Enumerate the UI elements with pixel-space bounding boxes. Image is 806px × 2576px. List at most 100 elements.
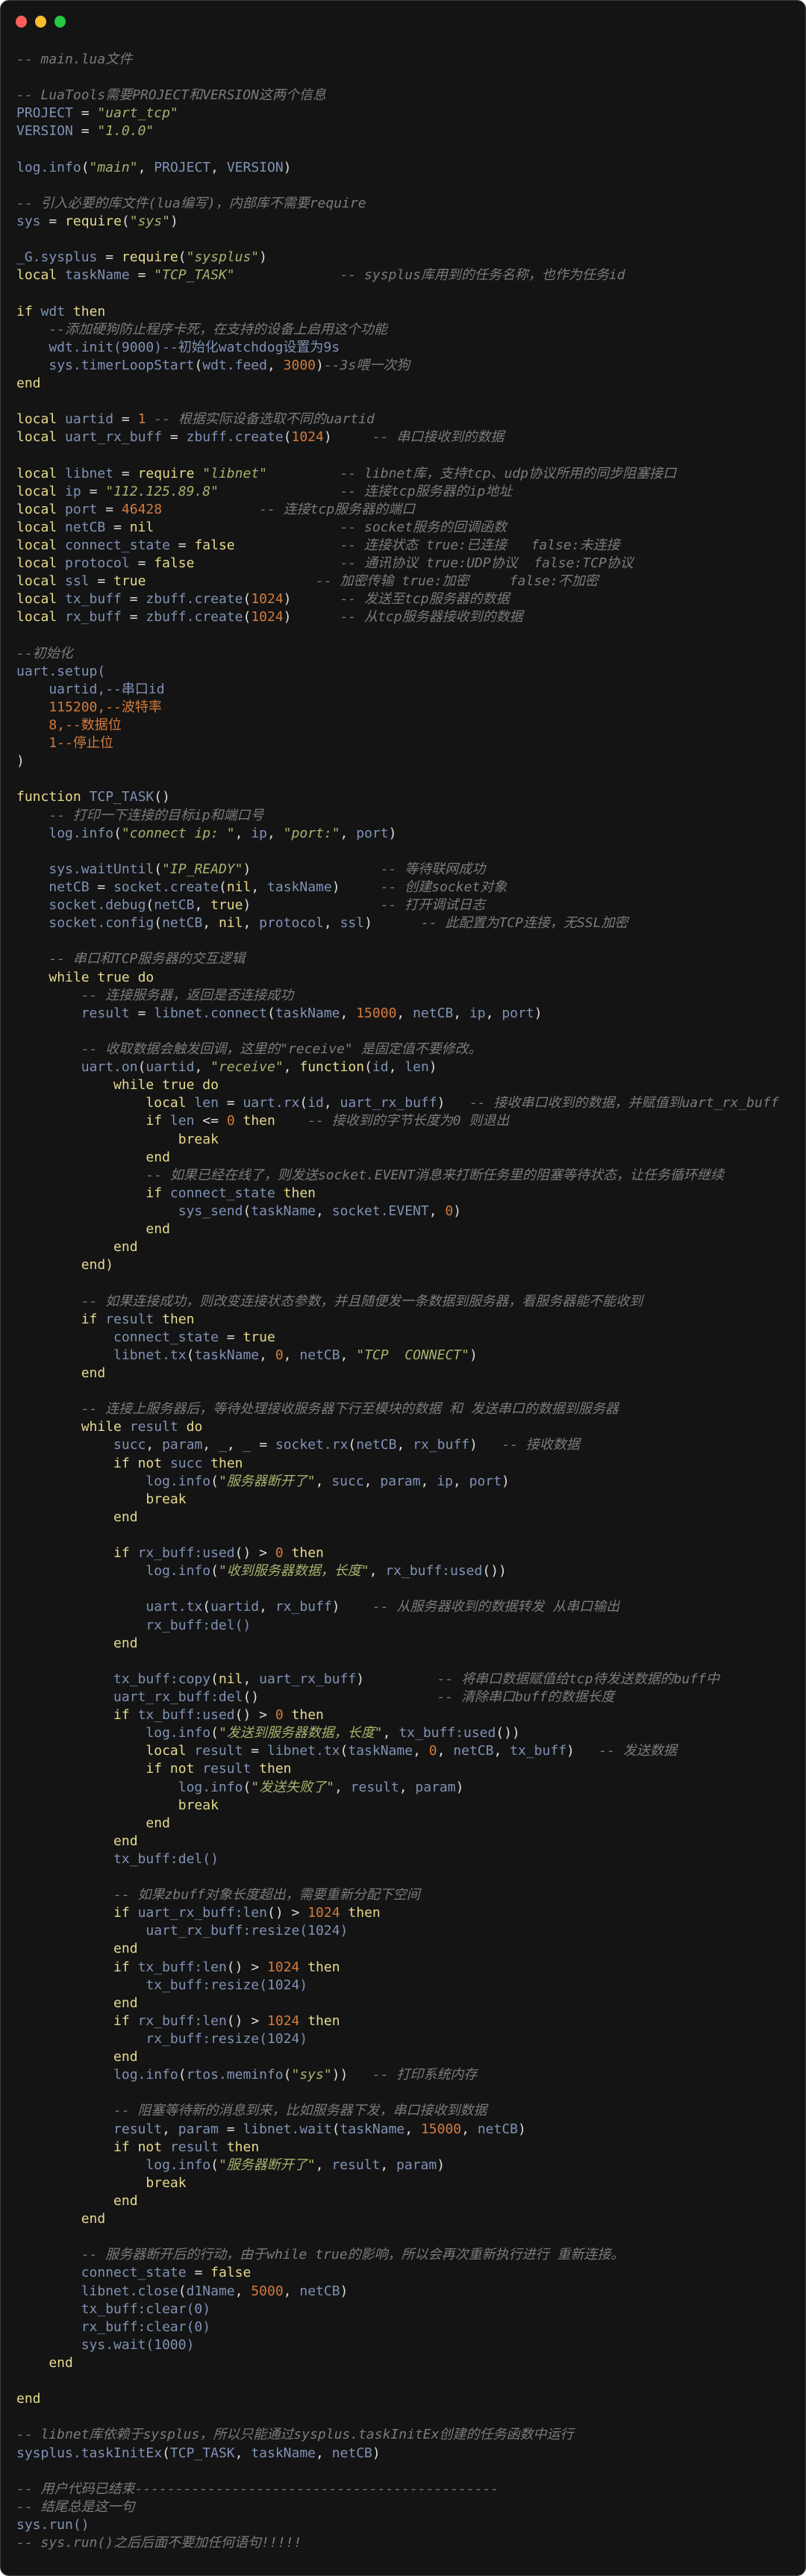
code-punctuation: )	[283, 159, 292, 175]
code-comment: -- 通讯协议 true:UDP协议 false:TCP协议	[340, 555, 634, 572]
code-punctuation: )	[453, 1203, 462, 1219]
code-punctuation: =	[105, 249, 114, 266]
code-keyword: then	[307, 1959, 340, 1975]
code-identifier: socket.config	[49, 915, 154, 932]
code-punctuation: )	[364, 915, 372, 932]
code-punctuation: (	[218, 879, 227, 896]
code-keyword: then	[72, 303, 106, 319]
code-number: 0	[226, 1113, 235, 1129]
code-punctuation: )	[469, 1347, 478, 1363]
code-line: local len = uart.rx(id, uart_rx_buff) --…	[16, 1094, 798, 1112]
code-identifier: PROJECT	[16, 105, 73, 122]
code-identifier: len	[169, 1113, 195, 1129]
code-punctuation: ,	[413, 1743, 421, 1759]
code-keyword: not	[137, 2139, 163, 2155]
code-punctuation: )	[275, 1905, 284, 1921]
code-punctuation: )	[243, 861, 252, 877]
code-punctuation: (	[81, 159, 90, 175]
code-keyword: then	[226, 2139, 260, 2155]
code-string: "发送到服务器数据，长度"	[218, 1725, 383, 1741]
code-line: sys.timerLoopStart(wdt.feed, 3000)--3s喂一…	[16, 357, 798, 375]
code-identifier: libnet.wait	[243, 2121, 332, 2137]
code-comment: -- 收取数据会触发回调，这里的"receive" 是固定值不要修改。	[81, 1041, 482, 1058]
code-identifier: netCB	[299, 2283, 340, 2299]
code-punctuation: (	[154, 789, 163, 805]
code-line: local rx_buff = zbuff.create(1024) -- 从t…	[16, 608, 798, 626]
code-punctuation: (	[234, 1545, 243, 1562]
code-comment: -- 如果zbuff对象长度超出，需要重新分配下空间	[113, 1887, 420, 1903]
code-punctuation: ,	[283, 1347, 292, 1363]
code-keyword: if	[113, 1707, 130, 1724]
code-comment: -- 创建socket对象	[380, 879, 507, 896]
code-number: 1	[137, 411, 146, 428]
code-keyword: false	[194, 537, 235, 553]
code-identifier: taskName	[267, 879, 332, 896]
code-identifier: ssl	[340, 915, 365, 932]
code-punctuation: ,	[162, 2121, 170, 2137]
code-line: local netCB = nil -- socket服务的回调函数	[16, 519, 798, 537]
minimize-window-icon[interactable]	[35, 16, 46, 28]
code-punctuation: )	[162, 789, 170, 805]
code-punctuation: ,	[210, 159, 219, 175]
code-line: local ip = "112.125.89.8" -- 连接tcp服务器的ip…	[16, 483, 798, 501]
code-punctuation: =	[137, 267, 146, 284]
code-keyword: nil	[226, 879, 252, 896]
code-identifier: log.info	[146, 1563, 211, 1579]
code-string: "receive"	[210, 1059, 284, 1076]
code-line: break	[16, 1131, 219, 1147]
code-punctuation: (	[154, 915, 163, 932]
code-keyword: local	[16, 267, 57, 284]
code-punctuation: )	[169, 213, 178, 229]
code-line: tx_buff:resize(1024)	[16, 1977, 308, 1993]
code-keyword: local	[16, 591, 57, 608]
code-keyword: while	[113, 1077, 154, 1094]
code-identifier: _	[218, 1437, 227, 1453]
code-line: break	[16, 1797, 219, 1813]
code-identifier: uart_rx_buff	[340, 1095, 437, 1111]
code-comment: -- 发送至tcp服务器的数据	[340, 591, 510, 608]
code-punctuation: (	[340, 1743, 349, 1759]
code-identifier: uartid	[210, 1599, 260, 1615]
code-punctuation: =	[89, 483, 98, 499]
code-identifier: uart_rx_buff	[259, 1671, 357, 1687]
code-identifier: taskName	[65, 267, 130, 284]
maximize-window-icon[interactable]	[54, 16, 66, 28]
code-comment: -- 接收串口收到的数据，并赋值到uart_rx_buff	[469, 1095, 779, 1111]
code-punctuation: ,	[340, 1347, 349, 1363]
code-punctuation: )	[234, 2012, 243, 2029]
code-punctuation: ,	[493, 1743, 502, 1759]
code-punctuation: ,	[363, 1473, 372, 1489]
code-number: 0	[275, 1347, 284, 1363]
code-punctuation: (	[226, 1959, 235, 1975]
code-line: -- sys.run()之后后面不要加任何语句!!!!!	[16, 2534, 798, 2552]
code-line: connect_state = false	[16, 2264, 798, 2282]
code-comment: -- main.lua文件	[16, 52, 133, 67]
code-identifier: socket.rx	[275, 1437, 349, 1453]
code-identifier: uart_rx_buff:del	[113, 1688, 243, 1705]
code-comment: -- 打印一下连接的目标ip和端口号	[49, 807, 264, 823]
code-punctuation: )	[243, 1545, 252, 1562]
code-comment: -- libnet库依赖于sysplus，所以只能通过sysplus.taskI…	[16, 2427, 574, 2443]
code-punctuation: ,	[420, 1473, 429, 1489]
code-punctuation: <	[202, 1113, 211, 1129]
code-punctuation: )	[504, 1725, 513, 1741]
code-line: log.info("发送失败了", result, param)	[16, 1779, 798, 1797]
code-comment: -- 如果已经在线了，则发送socket.EVENT消息来打断任务里的阻塞等待状…	[146, 1167, 724, 1183]
code-identifier: tx_buff:copy	[113, 1671, 211, 1687]
code-punctuation: )	[518, 2121, 526, 2137]
code-line: netCB = socket.create(nil, taskName) -- …	[16, 879, 798, 896]
code-punctuation: ,	[404, 2121, 413, 2137]
code-line: -- 如果zbuff对象长度超出，需要重新分配下空间	[16, 1886, 798, 1904]
code-identifier: rx_buff	[65, 609, 122, 626]
close-window-icon[interactable]	[16, 16, 27, 28]
code-keyword: if	[146, 1113, 163, 1129]
code-line: break	[16, 1491, 187, 1507]
code-identifier: rx_buff	[413, 1437, 469, 1453]
code-comment: -- libnet库，支持tcp、udp协议所用的同步阻塞接口	[340, 465, 677, 481]
